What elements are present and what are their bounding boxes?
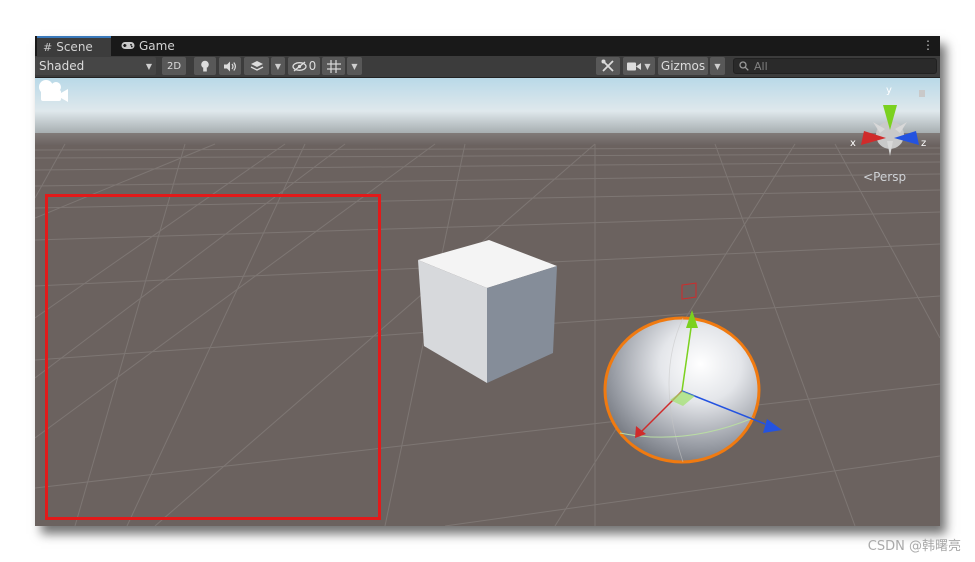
tab-game[interactable]: Game bbox=[115, 36, 181, 56]
lightbulb-icon bbox=[201, 60, 209, 71]
chevron-down-icon: ▼ bbox=[274, 61, 282, 71]
draw-mode-label: Shaded bbox=[39, 59, 85, 73]
layers-icon bbox=[250, 61, 263, 71]
gizmos-label: Gizmos bbox=[660, 59, 706, 73]
scene-window: # Scene Game ⋮ Shaded ▼ 2D ▼ 0 ▼ ▼ Gizmo… bbox=[35, 36, 940, 526]
tab-game-label: Game bbox=[139, 39, 175, 53]
tab-bar: # Scene Game ⋮ bbox=[35, 36, 940, 56]
axis-y-label: y bbox=[886, 85, 892, 96]
watermark: CSDN @韩曙亮 bbox=[867, 539, 961, 554]
gamepad-icon bbox=[121, 40, 135, 53]
search-icon bbox=[739, 61, 749, 71]
camera-settings-button[interactable]: ▼ bbox=[623, 57, 655, 75]
2d-label: 2D bbox=[166, 60, 182, 72]
effects-dropdown[interactable]: ▼ bbox=[271, 57, 285, 75]
tools-button[interactable] bbox=[596, 57, 620, 75]
grid-icon: # bbox=[43, 40, 53, 54]
chevron-down-icon: ▼ bbox=[644, 61, 651, 71]
axis-z-label: z bbox=[921, 138, 926, 149]
selection-highlight-box bbox=[45, 194, 381, 520]
audio-toggle-button[interactable] bbox=[219, 57, 241, 75]
tab-scene[interactable]: # Scene bbox=[37, 36, 111, 56]
chevron-down-icon: ▼ bbox=[714, 61, 721, 71]
gizmos-dropdown[interactable]: ▼ bbox=[710, 57, 725, 75]
eye-slash-icon bbox=[292, 60, 307, 72]
camera-icon[interactable] bbox=[35, 78, 71, 106]
tab-menu-icon[interactable]: ⋮ bbox=[922, 38, 934, 52]
hidden-count: 0 bbox=[308, 59, 317, 73]
scene-toolbar: Shaded ▼ 2D ▼ 0 ▼ ▼ Gizmos ▼ All bbox=[35, 56, 940, 78]
tab-scene-label: Scene bbox=[56, 40, 93, 54]
chevron-down-icon: ▼ bbox=[145, 61, 152, 71]
draw-mode-dropdown[interactable]: Shaded ▼ bbox=[35, 57, 156, 75]
effects-button[interactable] bbox=[244, 57, 269, 75]
projection-label: Persp bbox=[873, 170, 907, 184]
search-input[interactable]: All bbox=[733, 58, 937, 74]
speaker-icon bbox=[223, 61, 236, 71]
grid-icon bbox=[326, 59, 341, 73]
grid-dropdown[interactable]: ▼ bbox=[347, 57, 362, 75]
video-camera-icon bbox=[627, 62, 642, 70]
scene-viewport[interactable]: x y z <Persp bbox=[35, 78, 940, 526]
search-placeholder: All bbox=[754, 59, 768, 73]
gizmos-button[interactable]: Gizmos bbox=[658, 57, 708, 75]
wrench-icon bbox=[601, 59, 614, 72]
hidden-objects-button[interactable]: 0 bbox=[288, 57, 320, 75]
grid-snapping-button[interactable] bbox=[322, 57, 345, 75]
lighting-toggle-button[interactable] bbox=[194, 57, 216, 75]
2d-toggle-button[interactable]: 2D bbox=[162, 57, 186, 75]
chevron-down-icon: ▼ bbox=[351, 61, 358, 71]
projection-toggle[interactable]: <Persp bbox=[863, 170, 906, 184]
axis-x-label: x bbox=[850, 138, 856, 149]
persp-arrow-icon: < bbox=[863, 170, 874, 184]
